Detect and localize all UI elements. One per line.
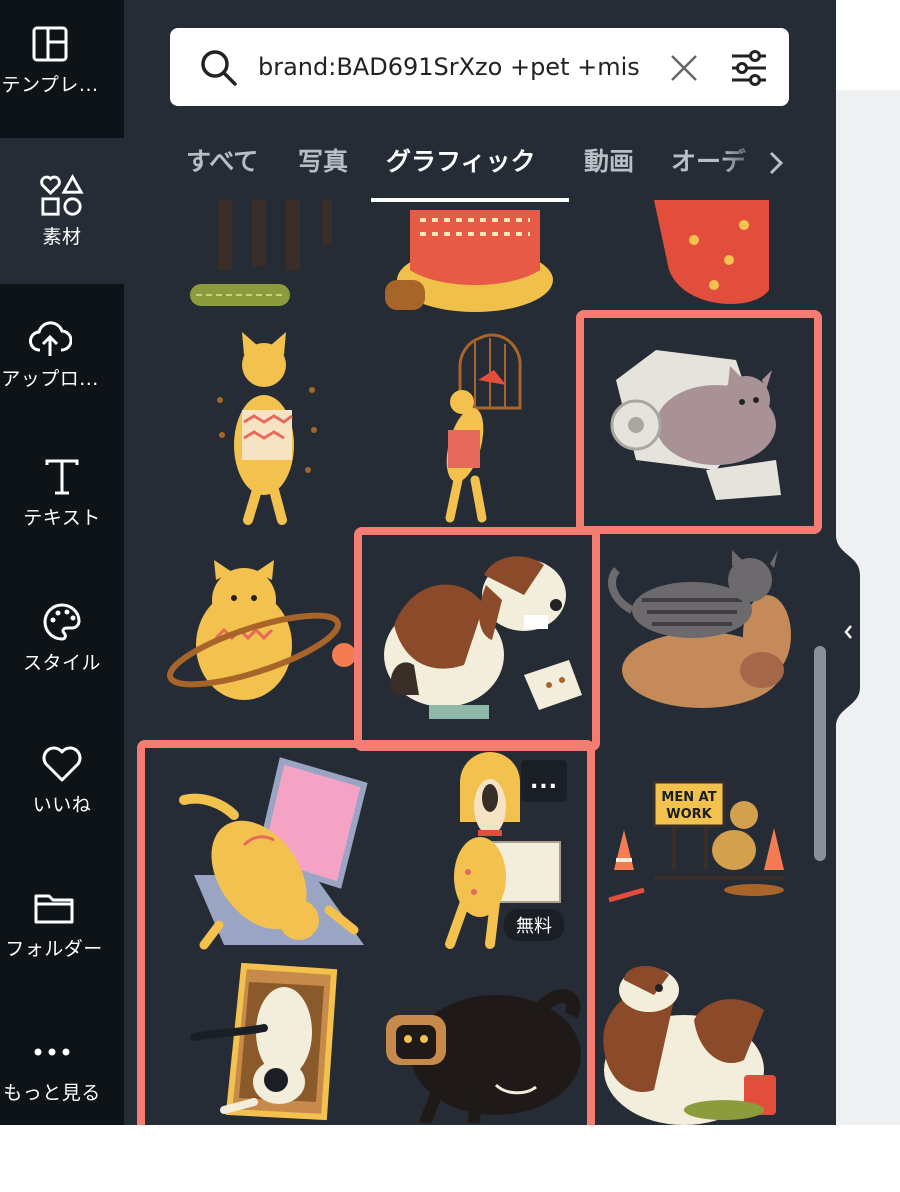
graphic-shiba-dancing[interactable] bbox=[212, 330, 322, 525]
sidebar-item-text[interactable]: テキスト bbox=[0, 455, 124, 530]
graphic-dog-cutoff[interactable] bbox=[182, 200, 352, 310]
graphic-black-cat-bread[interactable] bbox=[386, 975, 586, 1123]
search-icon bbox=[201, 50, 237, 86]
sidebar: テンプレ... 素材 アップロ... テキスト スタイル いいね フォルダー も… bbox=[0, 0, 124, 1125]
svg-text:WORK: WORK bbox=[666, 807, 712, 822]
graphic-cats-on-mat[interactable] bbox=[184, 962, 364, 1122]
sidebar-item-label: もっと見る bbox=[3, 1082, 101, 1104]
more-options-button[interactable]: ... bbox=[521, 760, 567, 802]
tab-bar: すべて 写真 グラフィック 動画 オーデ bbox=[186, 138, 786, 200]
template-icon bbox=[28, 22, 72, 66]
graphic-basset-hound[interactable] bbox=[374, 545, 589, 725]
search-bar bbox=[170, 28, 789, 106]
elements-icon bbox=[40, 173, 84, 218]
sidebar-item-folders[interactable]: フォルダー bbox=[0, 886, 116, 961]
tab-all[interactable]: すべて bbox=[186, 142, 258, 178]
sidebar-item-more[interactable]: もっと見る bbox=[0, 1030, 114, 1105]
graphic-cat-hula-hoop[interactable] bbox=[164, 560, 364, 710]
palette-icon bbox=[40, 600, 84, 644]
canvas-top-area bbox=[836, 0, 900, 90]
graphic-dog-sweater[interactable] bbox=[380, 200, 560, 315]
sidebar-item-templates[interactable]: テンプレ... bbox=[0, 22, 112, 97]
graphic-cat-and-dog-hug[interactable] bbox=[602, 550, 797, 725]
sign-text: MEN AT bbox=[661, 790, 716, 805]
clear-icon[interactable] bbox=[668, 52, 700, 84]
graphic-men-at-work-dog[interactable]: MEN AT WORK bbox=[594, 760, 794, 910]
sidebar-item-label: いいね bbox=[32, 794, 92, 816]
tab-audio[interactable]: オーデ bbox=[671, 142, 763, 178]
graphic-cavalier-dog[interactable] bbox=[594, 960, 794, 1125]
search-input[interactable] bbox=[256, 52, 650, 82]
sidebar-item-uploads[interactable]: アップロ... bbox=[0, 316, 112, 391]
free-badge: 無料 bbox=[504, 909, 564, 941]
elements-panel: すべて 写真 グラフィック 動画 オーデ bbox=[124, 0, 836, 1125]
tab-graphics[interactable]: グラフィック bbox=[386, 142, 536, 178]
filter-icon[interactable] bbox=[728, 47, 770, 89]
sidebar-item-label: フォルダー bbox=[5, 938, 103, 960]
collapse-panel-button[interactable] bbox=[836, 535, 862, 727]
sidebar-item-label: 素材 bbox=[42, 226, 82, 248]
heart-icon bbox=[40, 742, 84, 786]
text-icon bbox=[40, 455, 84, 499]
sidebar-item-label: テキスト bbox=[23, 507, 101, 529]
tab-videos[interactable]: 動画 bbox=[584, 142, 634, 178]
sidebar-item-styles[interactable]: スタイル bbox=[0, 600, 124, 675]
sidebar-item-label: アップロ... bbox=[1, 368, 99, 390]
scrollbar[interactable] bbox=[814, 646, 826, 861]
graphic-cat-toilet-paper[interactable] bbox=[596, 330, 801, 520]
cloud-upload-icon bbox=[28, 316, 72, 360]
folder-icon bbox=[32, 886, 76, 930]
sidebar-item-label: スタイル bbox=[22, 652, 101, 674]
graphic-cat-cherries[interactable] bbox=[644, 200, 774, 310]
app-window: テンプレ... 素材 アップロ... テキスト スタイル いいね フォルダー も… bbox=[0, 0, 900, 1125]
graphic-cat-birdcage[interactable] bbox=[420, 330, 540, 525]
graphic-cat-on-laptop[interactable] bbox=[164, 755, 379, 955]
more-icon bbox=[30, 1030, 74, 1074]
chevron-right-icon[interactable] bbox=[764, 148, 788, 178]
sidebar-item-elements[interactable]: 素材 bbox=[0, 166, 124, 284]
sidebar-item-label: テンプレ... bbox=[1, 74, 99, 96]
sidebar-item-likes[interactable]: いいね bbox=[0, 742, 124, 817]
tab-photos[interactable]: 写真 bbox=[298, 142, 348, 178]
